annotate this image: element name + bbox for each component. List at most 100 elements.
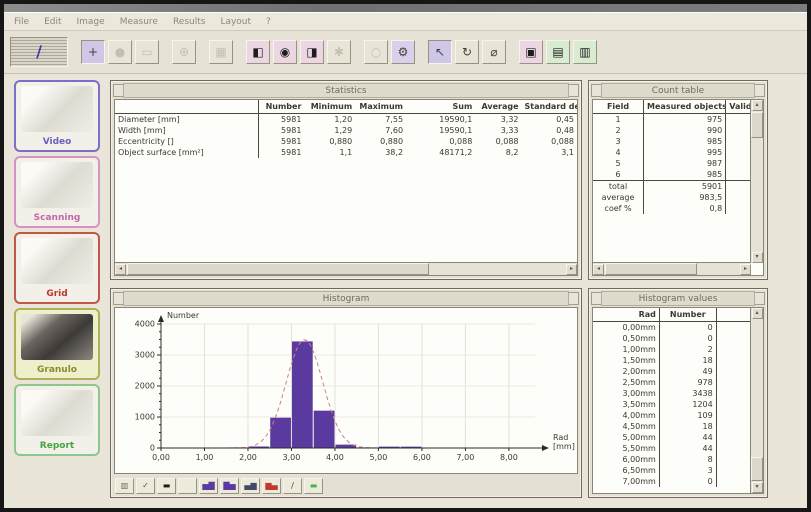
statistics-hscroll-thumb[interactable]: [127, 263, 429, 275]
gear-tool[interactable]: ⚙: [391, 40, 415, 64]
sidebar-item-granulo[interactable]: Granulo: [14, 308, 100, 380]
probe-tool[interactable]: ⌀: [482, 40, 506, 64]
histvals-panel-right-box[interactable]: [754, 292, 765, 305]
menu-item-file[interactable]: File: [14, 17, 29, 27]
cell: 1,20: [304, 114, 355, 126]
pointer-marker-tool[interactable]: ✓: [136, 478, 155, 494]
cell: [716, 443, 751, 454]
histogram-values-panel: Histogram values RadNumber 0,00mm00,50mm…: [588, 288, 768, 498]
statistics-hscroll-right-arrow[interactable]: ▸: [566, 264, 577, 275]
cell: 0: [659, 322, 716, 334]
cell: 44: [659, 443, 716, 454]
histogram-panel-right-box[interactable]: [568, 292, 579, 305]
statistics-panel-right-box[interactable]: [568, 84, 579, 97]
cell: [726, 147, 751, 158]
sidebar-item-label: Scanning: [16, 213, 98, 223]
clipboard-button[interactable]: ▤: [546, 40, 570, 64]
histogram-value-row: 0,00mm0: [593, 322, 751, 334]
menu-item-layout[interactable]: Layout: [220, 17, 251, 27]
save-report-button[interactable]: ▥: [573, 40, 597, 64]
cell: [716, 322, 751, 334]
cell: [716, 377, 751, 388]
sidebar-item-label: Granulo: [16, 365, 98, 375]
cell: 7,60: [355, 125, 406, 136]
count-vscroll-up-arrow[interactable]: ▴: [752, 100, 763, 111]
sidebar-item-scanning[interactable]: Scanning: [14, 156, 100, 228]
menu-item-image[interactable]: Image: [77, 17, 105, 27]
sidebar-item-report[interactable]: Report: [14, 384, 100, 456]
zoom-tool[interactable]: ⊕: [172, 40, 196, 64]
cell: 978: [659, 377, 716, 388]
histvals-vscroll-up-arrow[interactable]: ▴: [752, 308, 763, 319]
cell: [726, 192, 751, 203]
cell: 0,088: [406, 136, 475, 147]
shading-center-tool[interactable]: ◉: [273, 40, 297, 64]
histogram-value-row: 5,50mm44: [593, 443, 751, 454]
shading-right-tool[interactable]: ◨: [300, 40, 324, 64]
cell: total: [593, 181, 644, 193]
count-hscroll-right-arrow[interactable]: ▸: [740, 264, 751, 275]
cell: [726, 169, 751, 181]
statistics-hscroll-left-arrow[interactable]: ◂: [115, 264, 126, 275]
cell: 3,33: [475, 125, 521, 136]
histvals-vscroll-down-arrow[interactable]: ▾: [752, 482, 763, 493]
count-vscroll-down-arrow[interactable]: ▾: [752, 252, 763, 263]
menu-item-edit[interactable]: Edit: [44, 17, 61, 27]
shading-left-tool[interactable]: ◧: [246, 40, 270, 64]
count-vscroll-thumb[interactable]: [751, 112, 763, 138]
threshold-tool[interactable]: ✱: [327, 40, 351, 64]
pan-tool[interactable]: +: [81, 40, 105, 64]
histogram-value-row: 2,00mm49: [593, 366, 751, 377]
outline-tool[interactable]: ○: [364, 40, 388, 64]
svg-text:4,00: 4,00: [326, 453, 344, 462]
menu-item-measure[interactable]: Measure: [120, 17, 158, 27]
pencil-edit-tool[interactable]: ∕: [283, 478, 302, 494]
cell: [716, 344, 751, 355]
cell: 0,880: [304, 136, 355, 147]
menu-item-[interactable]: ?: [266, 17, 271, 27]
count-panel-right-box[interactable]: [754, 84, 765, 97]
cursor-tool[interactable]: ↖: [428, 40, 452, 64]
line-style-tool[interactable]: ▬: [157, 478, 176, 494]
application-window: File Edit Image Measure Results Layout? ∕ +●▭ ⊕…: [0, 0, 811, 512]
cell: coef %: [593, 203, 644, 214]
histvals-vscroll-thumb[interactable]: [751, 457, 763, 481]
sidebar-item-video[interactable]: Video: [14, 80, 100, 152]
red-bars-tool[interactable]: ▆▄: [262, 478, 281, 494]
cell: [716, 388, 751, 399]
svg-text:5,00: 5,00: [370, 453, 388, 462]
statistics-table: NumberMinimumMaximumSumAverageStandard d…: [115, 100, 577, 158]
capture-tool[interactable]: ●: [108, 40, 132, 64]
count-hscroll-thumb[interactable]: [605, 263, 697, 275]
cell: average: [593, 192, 644, 203]
statistics-row: Eccentricity []59810,8800,8800,0880,0880…: [115, 136, 577, 147]
green-range-tool[interactable]: ▬: [304, 478, 323, 494]
sidebar-item-grid[interactable]: Grid: [14, 232, 100, 304]
cell: [716, 333, 751, 344]
annotation-pen-tool[interactable]: ∕: [10, 37, 68, 67]
curve-overlay-tool[interactable]: ▄▆: [241, 478, 260, 494]
export-chart-tool[interactable]: ▥: [115, 478, 134, 494]
frame-tool[interactable]: ▭: [135, 40, 159, 64]
count-hscroll-left-arrow[interactable]: ◂: [593, 264, 604, 275]
count-row: 4995: [593, 147, 751, 158]
camera-button[interactable]: ▣: [519, 40, 543, 64]
window-titlebar: [4, 4, 807, 13]
cell: 5,00mm: [593, 432, 659, 443]
count-table: FieldMeasured objectsValid 1975299039854…: [593, 100, 751, 214]
svg-text:[mm]: [mm]: [553, 442, 575, 451]
svg-text:7,00: 7,00: [457, 453, 475, 462]
grid-overlay-tool[interactable]: ▦: [209, 40, 233, 64]
cell: 985: [644, 136, 726, 147]
histogram-value-row: 7,00mm0: [593, 476, 751, 487]
bar-chart-tool[interactable]: ▅▇: [199, 478, 218, 494]
menu-item-results[interactable]: Results: [173, 17, 206, 27]
blank-style-tool[interactable]: [178, 478, 197, 494]
histogram-value-row: 4,50mm18: [593, 421, 751, 432]
cell: [726, 203, 751, 214]
cell: [716, 432, 751, 443]
rotate-tool[interactable]: ↻: [455, 40, 479, 64]
cell: [716, 399, 751, 410]
count-table-vscrollbar: ▴ ▾: [750, 100, 763, 263]
bar-cursor-tool[interactable]: ▇▅: [220, 478, 239, 494]
